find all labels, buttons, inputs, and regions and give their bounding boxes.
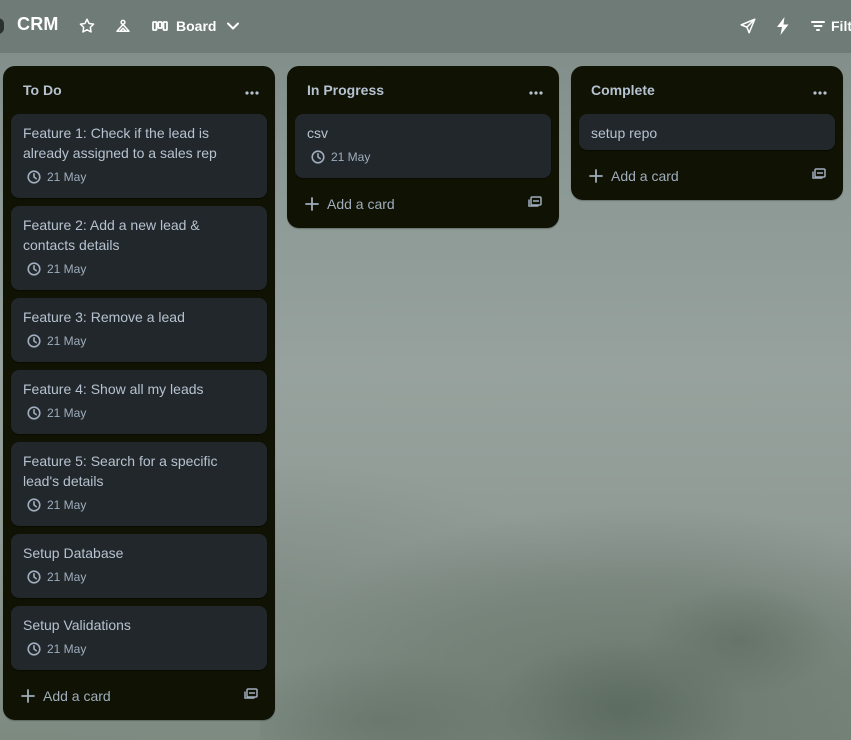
list-to-do: To Do Feature 1: Check if the lead is al… <box>3 66 275 720</box>
clock-icon <box>27 170 41 184</box>
create-from-template-button[interactable] <box>523 192 547 216</box>
list-title[interactable]: To Do <box>23 82 62 98</box>
due-date-badge: 21 May <box>27 170 86 184</box>
chevron-down-icon <box>226 21 240 31</box>
card-title: Feature 5: Search for a specific lead's … <box>23 453 218 489</box>
add-card-label: Add a card <box>43 688 111 704</box>
more-icon <box>813 82 827 100</box>
view-switcher-button[interactable]: Board <box>152 13 240 39</box>
clock-icon <box>27 334 41 348</box>
add-card-button[interactable]: Add a card <box>295 188 495 220</box>
list-in-progress: In Progress csv 21 May Add a card <box>287 66 559 228</box>
due-date-text: 21 May <box>47 570 87 584</box>
clock-icon <box>311 150 325 164</box>
automation-icon <box>776 17 790 35</box>
filter-button[interactable]: Filters <box>811 13 851 39</box>
add-card-label: Add a card <box>611 168 679 184</box>
list-header: Complete <box>571 66 843 114</box>
more-icon <box>529 82 543 100</box>
share-button[interactable] <box>739 13 757 39</box>
create-from-template-button[interactable] <box>807 164 831 188</box>
card[interactable]: Feature 3: Remove a lead 21 May <box>11 298 267 362</box>
card[interactable]: Feature 2: Add a new lead & contacts det… <box>11 206 267 290</box>
card[interactable]: Feature 1: Check if the lead is already … <box>11 114 267 198</box>
view-label: Board <box>176 18 217 34</box>
due-date-text: 21 May <box>47 406 87 420</box>
clock-icon <box>27 262 41 276</box>
workspace-visibility-button[interactable] <box>114 13 132 39</box>
due-date-text: 21 May <box>47 262 87 276</box>
list-complete: Complete setup repo Add a card <box>571 66 843 200</box>
card-title: Feature 3: Remove a lead <box>23 309 185 325</box>
automation-button[interactable] <box>776 13 790 39</box>
add-card-button[interactable]: Add a card <box>11 680 211 712</box>
clock-icon <box>27 406 41 420</box>
card-title: Feature 4: Show all my leads <box>23 381 204 397</box>
create-from-template-button[interactable] <box>239 684 263 708</box>
list-header: In Progress <box>287 66 559 114</box>
card[interactable]: csv 21 May <box>295 114 551 178</box>
list-header: To Do <box>3 66 275 114</box>
due-date-badge: 21 May <box>27 406 86 420</box>
card-title: Feature 1: Check if the lead is already … <box>23 125 217 161</box>
card[interactable]: Feature 4: Show all my leads 21 May <box>11 370 267 434</box>
card-title: csv <box>307 125 328 141</box>
add-card-button[interactable]: Add a card <box>579 160 779 192</box>
template-icon <box>528 195 542 213</box>
board-header: CRM Board Filt <box>0 0 851 53</box>
clock-icon <box>27 642 41 656</box>
plus-icon <box>21 689 35 703</box>
due-date-badge: 21 May <box>27 334 86 348</box>
board-view-icon <box>152 19 168 33</box>
due-date-badge: 21 May <box>311 150 370 164</box>
card-title: Setup Database <box>23 545 124 561</box>
plus-icon <box>305 197 319 211</box>
card-title: setup repo <box>591 125 658 141</box>
template-icon <box>812 167 826 185</box>
add-card-label: Add a card <box>327 196 395 212</box>
card-title: Setup Validations <box>23 617 131 633</box>
card-title: Feature 2: Add a new lead & contacts det… <box>23 217 200 253</box>
clock-icon <box>27 498 41 512</box>
template-icon <box>244 687 258 705</box>
list-menu-button[interactable] <box>239 78 265 104</box>
plus-icon <box>589 169 603 183</box>
list-menu-button[interactable] <box>523 78 549 104</box>
star-icon <box>78 17 96 35</box>
card[interactable]: setup repo <box>579 114 835 150</box>
filter-label: Filters <box>831 18 851 34</box>
due-date-badge: 21 May <box>27 262 86 276</box>
due-date-text: 21 May <box>47 170 87 184</box>
card[interactable]: Feature 5: Search for a specific lead's … <box>11 442 267 526</box>
card[interactable]: Setup Validations 21 May <box>11 606 267 670</box>
due-date-badge: 21 May <box>27 642 86 656</box>
card[interactable]: Setup Database 21 May <box>11 534 267 598</box>
filter-icon <box>811 20 825 32</box>
due-date-badge: 21 May <box>27 570 86 584</box>
send-icon <box>739 17 757 35</box>
due-date-text: 21 May <box>47 498 87 512</box>
due-date-badge: 21 May <box>27 498 86 512</box>
list-title[interactable]: Complete <box>591 82 655 98</box>
star-button[interactable] <box>78 13 96 39</box>
due-date-text: 21 May <box>47 334 87 348</box>
list-menu-button[interactable] <box>807 78 833 104</box>
clock-icon <box>27 570 41 584</box>
due-date-text: 21 May <box>47 642 87 656</box>
board-title[interactable]: CRM <box>17 14 59 35</box>
more-icon <box>245 82 259 100</box>
due-date-text: 21 May <box>331 150 371 164</box>
list-title[interactable]: In Progress <box>307 82 384 98</box>
header-edge-button[interactable] <box>0 18 4 34</box>
workspace-visibility-icon <box>114 17 132 35</box>
